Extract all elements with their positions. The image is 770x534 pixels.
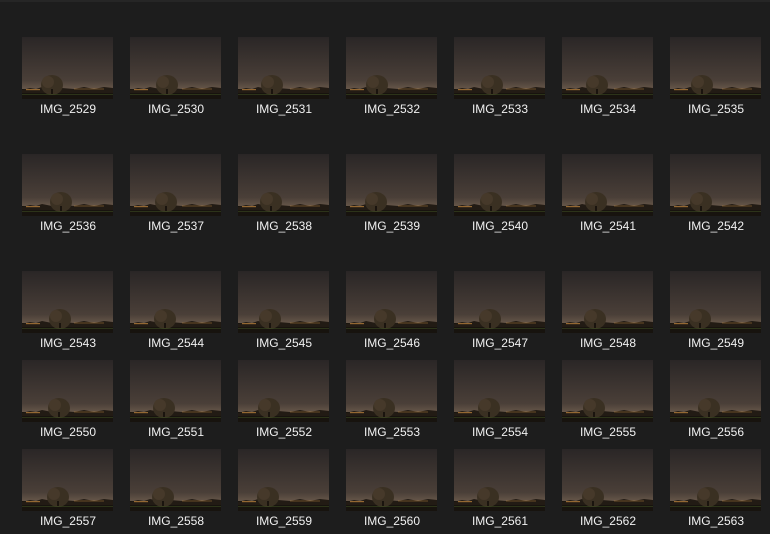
file-name-label: IMG_2531 (255, 102, 313, 116)
file-name-label: IMG_2537 (147, 219, 205, 233)
image-thumbnail[interactable] (130, 37, 221, 99)
image-thumbnail[interactable] (346, 449, 437, 511)
file-name-label: IMG_2544 (147, 336, 205, 350)
file-name-label: IMG_2539 (363, 219, 421, 233)
file-name-label: IMG_2548 (579, 336, 637, 350)
file-name-label: IMG_2543 (39, 336, 97, 350)
image-thumbnail[interactable] (346, 271, 437, 333)
file-name-label: IMG_2535 (687, 102, 745, 116)
image-thumbnail[interactable] (454, 271, 545, 333)
image-thumbnail[interactable] (454, 154, 545, 216)
file-name-label: IMG_2553 (363, 425, 421, 439)
file-name-label: IMG_2530 (147, 102, 205, 116)
image-thumbnail[interactable] (22, 360, 113, 422)
image-thumbnail[interactable] (670, 449, 761, 511)
file-name-label: IMG_2559 (255, 514, 313, 528)
image-thumbnail[interactable] (562, 154, 653, 216)
file-name-label: IMG_2555 (579, 425, 637, 439)
image-thumbnail[interactable] (346, 360, 437, 422)
image-thumbnail[interactable] (670, 154, 761, 216)
image-thumbnail[interactable] (562, 271, 653, 333)
image-thumbnail[interactable] (562, 360, 653, 422)
image-thumbnail[interactable] (454, 37, 545, 99)
file-name-label: IMG_2546 (363, 336, 421, 350)
file-name-label: IMG_2541 (579, 219, 637, 233)
file-name-label: IMG_2563 (687, 514, 745, 528)
file-name-label: IMG_2556 (687, 425, 745, 439)
image-thumbnail[interactable] (130, 360, 221, 422)
image-thumbnail[interactable] (238, 271, 329, 333)
file-name-label: IMG_2552 (255, 425, 313, 439)
file-grid: IMG_2529 IMG_2530 IMG_2531 IMG_2532 IMG_2533… (0, 0, 770, 534)
image-thumbnail[interactable] (22, 37, 113, 99)
image-thumbnail[interactable] (238, 360, 329, 422)
file-name-label: IMG_2557 (39, 514, 97, 528)
image-thumbnail[interactable] (346, 154, 437, 216)
image-thumbnail[interactable] (130, 449, 221, 511)
file-name-label: IMG_2538 (255, 219, 313, 233)
file-name-label: IMG_2540 (471, 219, 529, 233)
file-name-label: IMG_2549 (687, 336, 745, 350)
file-name-label: IMG_2533 (471, 102, 529, 116)
file-name-label: IMG_2542 (687, 219, 745, 233)
image-thumbnail[interactable] (22, 271, 113, 333)
file-name-label: IMG_2561 (471, 514, 529, 528)
image-thumbnail[interactable] (238, 449, 329, 511)
file-name-label: IMG_2554 (471, 425, 529, 439)
image-thumbnail[interactable] (238, 37, 329, 99)
file-name-label: IMG_2550 (39, 425, 97, 439)
image-thumbnail[interactable] (670, 360, 761, 422)
file-name-label: IMG_2551 (147, 425, 205, 439)
image-thumbnail[interactable] (670, 37, 761, 99)
file-name-label: IMG_2529 (39, 102, 97, 116)
image-thumbnail[interactable] (22, 154, 113, 216)
file-name-label: IMG_2547 (471, 336, 529, 350)
image-thumbnail[interactable] (22, 449, 113, 511)
image-thumbnail[interactable] (238, 154, 329, 216)
file-name-label: IMG_2532 (363, 102, 421, 116)
image-thumbnail[interactable] (454, 449, 545, 511)
image-thumbnail[interactable] (346, 37, 437, 99)
file-name-label: IMG_2536 (39, 219, 97, 233)
file-name-label: IMG_2560 (363, 514, 421, 528)
image-thumbnail[interactable] (670, 271, 761, 333)
file-name-label: IMG_2562 (579, 514, 637, 528)
image-thumbnail[interactable] (130, 154, 221, 216)
file-name-label: IMG_2558 (147, 514, 205, 528)
image-thumbnail[interactable] (562, 449, 653, 511)
file-name-label: IMG_2545 (255, 336, 313, 350)
file-name-label: IMG_2534 (579, 102, 637, 116)
image-thumbnail[interactable] (562, 37, 653, 99)
image-thumbnail[interactable] (454, 360, 545, 422)
image-thumbnail[interactable] (130, 271, 221, 333)
